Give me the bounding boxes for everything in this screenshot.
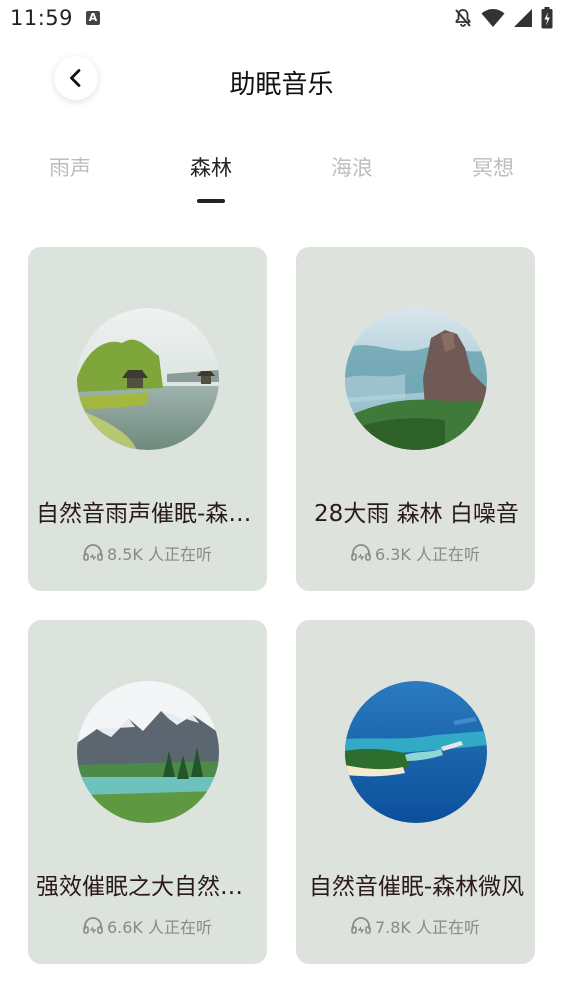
misty-cliff-forest-image [345, 308, 487, 450]
page-title: 助眠音乐 [229, 70, 334, 100]
headphones-icon [351, 544, 371, 561]
listener-count: 7.8K 人正在听 [296, 914, 535, 938]
music-card[interactable]: 强效催眠之大自然森林 6.6K 人正在听 [28, 620, 267, 964]
music-card[interactable]: 28大雨 森林 白噪音 6.3K 人正在听 [296, 247, 535, 591]
status-bar: 11:59 A [0, 0, 563, 40]
card-title: 自然音催眠-森林微风 [308, 874, 525, 900]
headphones-icon [83, 544, 103, 561]
battery-icon [541, 7, 553, 29]
card-title: 自然音雨声催眠-森林雨声 [36, 501, 261, 527]
headphones-icon [83, 917, 103, 934]
headphones-icon [351, 917, 371, 934]
mountain-lake-image [77, 681, 219, 823]
a-notification-icon: A [86, 11, 100, 25]
listener-text: 7.8K 人正在听 [374, 918, 481, 937]
tab-forest[interactable]: 森林 [161, 152, 261, 203]
tab-label: 海浪 [331, 156, 373, 180]
listener-text: 6.3K 人正在听 [374, 545, 481, 564]
listener-count: 6.6K 人正在听 [28, 914, 267, 938]
tab-label: 雨声 [49, 156, 91, 180]
card-title: 28大雨 森林 白噪音 [314, 501, 519, 527]
tab-label: 冥想 [472, 156, 514, 180]
status-time: 11:59 [10, 6, 74, 30]
lake-pavilion-image [77, 308, 219, 450]
tab-waves[interactable]: 海浪 [302, 152, 402, 182]
wifi-icon [481, 9, 505, 27]
music-card[interactable]: 自然音催眠-森林微风 7.8K 人正在听 [296, 620, 535, 964]
tropical-island-image [345, 681, 487, 823]
listener-count: 6.3K 人正在听 [296, 541, 535, 565]
listener-text: 6.6K 人正在听 [106, 918, 213, 937]
bell-off-icon [455, 9, 471, 27]
listener-count: 8.5K 人正在听 [28, 541, 267, 565]
tab-meditation[interactable]: 冥想 [443, 152, 543, 182]
category-tabs: 雨声 森林 海浪 冥想 [0, 152, 563, 212]
tab-rain[interactable]: 雨声 [20, 152, 120, 182]
music-card[interactable]: 自然音雨声催眠-森林雨声 8.5K 人正在听 [28, 247, 267, 591]
cell-signal-icon [514, 9, 532, 27]
active-tab-indicator [197, 199, 225, 203]
status-icons [453, 7, 553, 29]
tab-label: 森林 [190, 156, 232, 180]
listener-text: 8.5K 人正在听 [106, 545, 213, 564]
card-title: 强效催眠之大自然森林 [36, 874, 261, 900]
